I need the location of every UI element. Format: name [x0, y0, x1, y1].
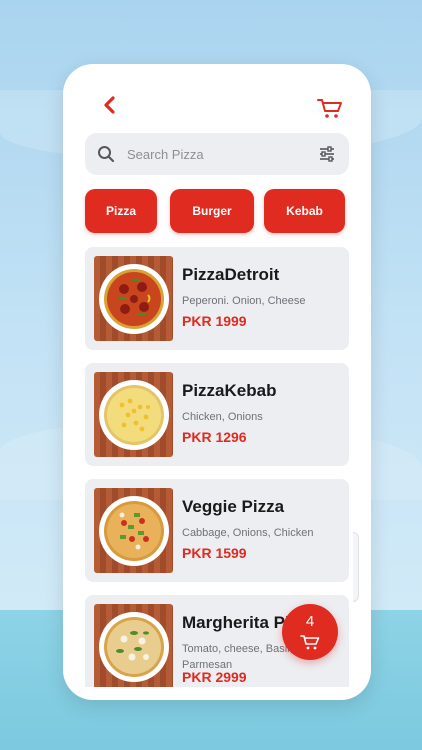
- category-chip-kebab[interactable]: Kebab: [264, 189, 345, 233]
- product-price: PKR 1999: [182, 313, 247, 329]
- product-name: PizzaKebab: [182, 381, 277, 400]
- top-bar: [63, 64, 371, 128]
- product-image: [94, 372, 173, 457]
- pizza-pepperoni-image: [98, 263, 169, 334]
- search-bar: [85, 133, 349, 175]
- pizza-corn-image: [98, 379, 169, 450]
- cart-button[interactable]: [317, 96, 343, 120]
- search-icon: [98, 146, 115, 163]
- product-image: [94, 256, 173, 341]
- product-price: PKR 1599: [182, 545, 247, 561]
- pizza-veggie-image: [98, 495, 169, 566]
- category-chips: Pizza Burger Kebab: [85, 189, 349, 233]
- product-price: PKR 1296: [182, 429, 247, 445]
- product-card-veggie-pizza[interactable]: Veggie Pizza Cabbage, Onions, Chicken PK…: [85, 479, 349, 582]
- pizza-margherita-image: [98, 611, 169, 682]
- cart-icon: [300, 635, 320, 650]
- product-name: Veggie Pizza: [182, 497, 285, 516]
- filter-sliders-icon[interactable]: [317, 144, 337, 164]
- cart-icon: [317, 99, 342, 118]
- product-image: [94, 488, 173, 573]
- product-name: PizzaDetroit: [182, 265, 280, 284]
- cart-fab-button[interactable]: 4: [282, 604, 338, 660]
- product-card-pizzadetroit[interactable]: PizzaDetroit Peperoni. Onion, Cheese PKR…: [85, 247, 349, 350]
- product-card-pizzakebab[interactable]: PizzaKebab Chicken, Onions PKR 1296: [85, 363, 349, 466]
- next-screen-edge: [353, 532, 359, 602]
- product-description: Cabbage, Onions, Chicken: [182, 527, 314, 539]
- product-price: PKR 2999: [182, 669, 247, 685]
- category-chip-burger[interactable]: Burger: [170, 189, 254, 233]
- category-chip-pizza[interactable]: Pizza: [85, 189, 157, 233]
- chevron-left-icon: [104, 96, 115, 114]
- product-image: [94, 604, 173, 687]
- product-description: Chicken, Onions: [182, 411, 263, 423]
- phone-screen: Pizza Burger Kebab: [63, 64, 371, 700]
- back-button[interactable]: [99, 94, 121, 116]
- cart-count-badge: 4: [305, 613, 315, 630]
- search-input[interactable]: [127, 146, 317, 162]
- product-description: Peperoni. Onion, Cheese: [182, 295, 306, 307]
